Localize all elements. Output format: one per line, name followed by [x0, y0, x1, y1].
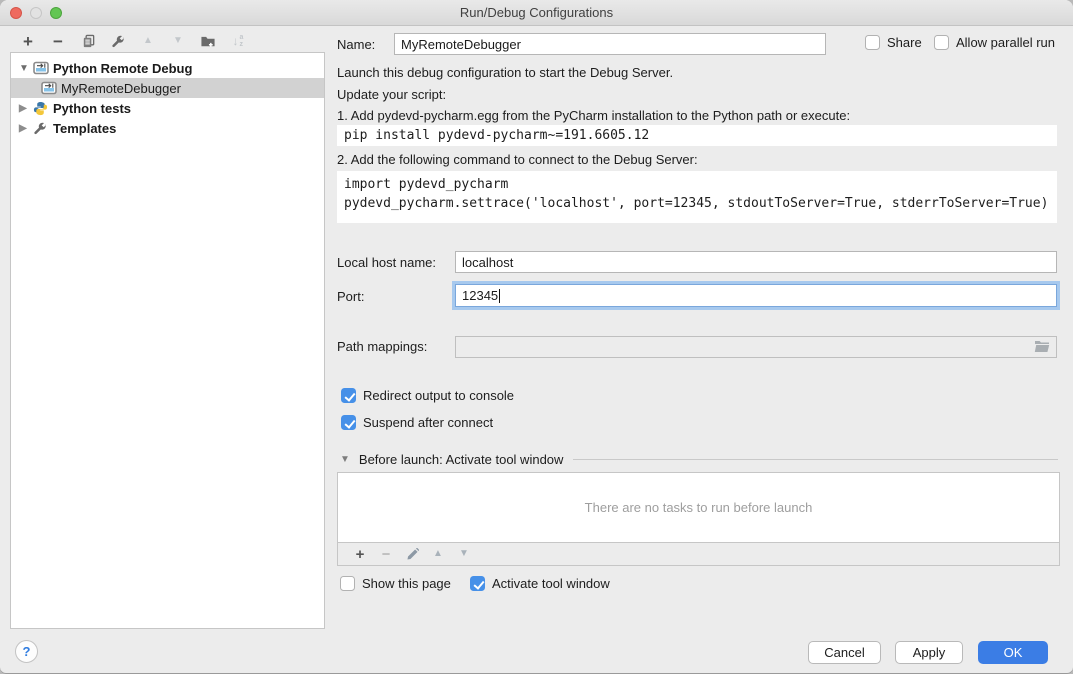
redirect-output-label: Redirect output to console [363, 388, 514, 403]
chevron-right-icon[interactable]: ▶ [19, 103, 32, 114]
port-label: Port: [337, 289, 364, 304]
code-line-2: pydevd_pycharm.settrace('localhost', por… [344, 194, 1050, 213]
python-icon [32, 101, 49, 116]
suspend-after-connect-label: Suspend after connect [363, 415, 493, 430]
tree-item-myremotedebugger[interactable]: MyRemoteDebugger [11, 78, 324, 98]
instruction-step-1: 1. Add pydevd-pycharm.egg from the PyCha… [337, 108, 850, 123]
section-divider [573, 459, 1058, 460]
allow-parallel-run-checkbox[interactable] [934, 35, 949, 50]
pencil-icon [406, 548, 419, 561]
question-mark-icon: ? [23, 644, 31, 659]
add-task-button[interactable]: + [347, 544, 373, 564]
redirect-output-checkbox[interactable] [341, 388, 356, 403]
empty-tasks-text: There are no tasks to run before launch [585, 500, 813, 515]
remote-debug-icon [32, 61, 49, 76]
show-this-page-checkbox[interactable] [340, 576, 355, 591]
activate-tool-window-label: Activate tool window [492, 576, 610, 591]
tree-item-label: Templates [53, 121, 116, 136]
code-line-1: import pydevd_pycharm [344, 175, 1050, 194]
move-up-button: ▲ [133, 31, 163, 51]
add-configuration-button[interactable]: + [13, 31, 43, 51]
move-task-up-button: ▲ [425, 544, 451, 564]
suspend-after-connect-checkbox[interactable] [341, 415, 356, 430]
edit-defaults-button[interactable] [103, 31, 133, 51]
before-launch-title: Before launch: Activate tool window [359, 452, 564, 467]
port-input[interactable]: 12345 [455, 284, 1057, 307]
cancel-button[interactable]: Cancel [808, 641, 881, 664]
help-button[interactable]: ? [15, 640, 38, 663]
title-bar: Run/Debug Configurations [0, 0, 1073, 26]
ok-button[interactable]: OK [978, 641, 1048, 664]
tree-group-python-tests[interactable]: ▶ Python tests [11, 98, 324, 118]
remove-configuration-button[interactable]: − [43, 31, 73, 51]
chevron-right-icon[interactable]: ▶ [19, 123, 32, 134]
local-host-name-label: Local host name: [337, 255, 436, 270]
text-caret [499, 289, 500, 303]
minimize-window-button [30, 7, 42, 19]
configurations-toolbar: + − ▲ ▼ ↓ az [13, 31, 253, 51]
run-debug-configurations-dialog: Run/Debug Configurations + − ▲ ▼ ↓ az ▼ … [0, 0, 1073, 674]
tree-item-label: Python tests [53, 101, 131, 116]
before-launch-panel: There are no tasks to run before launch … [337, 472, 1060, 566]
move-down-button: ▼ [163, 31, 193, 51]
minus-icon: − [382, 547, 391, 562]
allow-parallel-run-checkbox-row[interactable]: Allow parallel run [934, 35, 1055, 50]
minus-icon: − [53, 33, 63, 50]
new-folder-icon [200, 34, 216, 49]
before-launch-toolbar: + − ▲ ▼ [337, 543, 1060, 566]
allow-parallel-run-label: Allow parallel run [956, 35, 1055, 50]
sort-configurations-button: ↓ az [223, 31, 253, 51]
configurations-tree: ▼ Python Remote Debug MyRemoteDebugger ▶… [10, 52, 325, 629]
wrench-icon [111, 34, 126, 49]
suspend-after-connect-row[interactable]: Suspend after connect [341, 415, 493, 430]
window-title: Run/Debug Configurations [0, 0, 1073, 25]
name-label: Name: [337, 37, 375, 52]
down-arrow-icon: ▼ [173, 36, 183, 46]
up-arrow-icon: ▲ [143, 36, 153, 46]
redirect-output-row[interactable]: Redirect output to console [341, 388, 514, 403]
name-input[interactable]: MyRemoteDebugger [394, 33, 826, 55]
apply-button[interactable]: Apply [895, 641, 963, 664]
chevron-down-icon[interactable]: ▼ [19, 63, 32, 74]
tree-item-label: Python Remote Debug [53, 61, 192, 76]
zoom-window-button[interactable] [50, 7, 62, 19]
activate-tool-window-row[interactable]: Activate tool window [470, 576, 610, 591]
settrace-code-block: import pydevd_pycharm pydevd_pycharm.set… [337, 171, 1057, 223]
tree-item-label: MyRemoteDebugger [61, 81, 181, 96]
chevron-down-icon[interactable]: ▼ [340, 454, 350, 465]
activate-tool-window-checkbox[interactable] [470, 576, 485, 591]
plus-icon: + [356, 547, 365, 562]
share-checkbox[interactable] [865, 35, 880, 50]
share-label: Share [887, 35, 922, 50]
close-window-button[interactable] [10, 7, 22, 19]
copy-icon [81, 34, 96, 49]
remote-debug-icon [40, 81, 57, 96]
tree-group-python-remote-debug[interactable]: ▼ Python Remote Debug [11, 58, 324, 78]
before-launch-empty-list: There are no tasks to run before launch [337, 472, 1060, 543]
new-folder-button[interactable] [193, 31, 223, 51]
instruction-line-2: Update your script: [337, 87, 446, 102]
browse-folder-icon[interactable] [1034, 340, 1050, 354]
up-arrow-icon: ▲ [433, 549, 443, 559]
local-host-name-input[interactable]: localhost [455, 251, 1057, 273]
show-this-page-row[interactable]: Show this page [340, 576, 451, 591]
plus-icon: + [23, 33, 33, 50]
sort-az-icon: az [240, 34, 244, 48]
tree-group-templates[interactable]: ▶ Templates [11, 118, 324, 138]
sort-arrow-icon: ↓ [233, 34, 239, 48]
pip-install-command: pip install pydevd-pycharm~=191.6605.12 [337, 125, 1057, 146]
down-arrow-icon: ▼ [459, 549, 469, 559]
templates-wrench-icon [32, 121, 49, 136]
remove-task-button: − [373, 544, 399, 564]
path-mappings-input[interactable] [455, 336, 1057, 358]
before-launch-header[interactable]: ▼ Before launch: Activate tool window [340, 452, 1058, 467]
copy-configuration-button[interactable] [73, 31, 103, 51]
edit-task-button [399, 544, 425, 564]
path-mappings-label: Path mappings: [337, 339, 427, 354]
share-checkbox-row[interactable]: Share [865, 35, 922, 50]
instruction-line-1: Launch this debug configuration to start… [337, 65, 673, 80]
move-task-down-button: ▼ [451, 544, 477, 564]
instruction-step-2: 2. Add the following command to connect … [337, 152, 698, 167]
show-this-page-label: Show this page [362, 576, 451, 591]
